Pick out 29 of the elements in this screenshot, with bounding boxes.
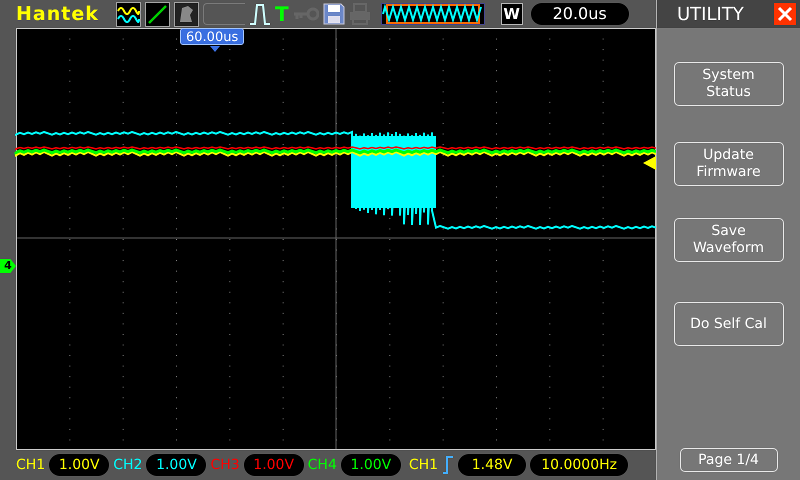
close-icon[interactable] [774, 3, 796, 25]
pulse-icon[interactable] [249, 2, 271, 26]
menu-button[interactable]: Save Waveform [674, 218, 784, 262]
menu-button[interactable]: System Status [674, 62, 784, 106]
menu-button[interactable]: Update Firmware [674, 142, 784, 186]
channel-label[interactable]: CH4 [308, 454, 337, 476]
trigger-source[interactable]: CH1 [408, 454, 438, 476]
persistence-icon[interactable] [174, 2, 199, 26]
channel-scale: 1.00V [244, 454, 304, 476]
channel-label[interactable]: CH1 [16, 454, 46, 476]
save-icon[interactable] [322, 3, 345, 25]
channel-scale: 1.00V [340, 454, 401, 476]
channel-scale: 1.00V [146, 454, 206, 476]
channel-scale: 1.00V [49, 454, 110, 476]
page-button[interactable]: Page 1/4 [680, 448, 778, 472]
line-icon[interactable] [145, 2, 170, 26]
panel-title: UTILITY [677, 2, 744, 26]
timebase-mode: W [500, 3, 523, 25]
trigger-letter[interactable]: T [275, 4, 289, 24]
brand-logo: Hantek [16, 2, 100, 27]
menu-button[interactable]: Do Self Cal [674, 302, 784, 346]
ground-marker[interactable]: 4 [0, 259, 16, 273]
channel-label[interactable]: CH2 [113, 454, 142, 476]
trigger-level: 1.48V [458, 454, 526, 476]
timebase-value: 20.0us [530, 3, 629, 25]
trigger-frequency: 10.0000Hz [530, 454, 628, 476]
waveform-icon[interactable] [116, 2, 141, 26]
empty-indicator-frame [203, 3, 245, 25]
rising-edge-icon [442, 456, 454, 474]
